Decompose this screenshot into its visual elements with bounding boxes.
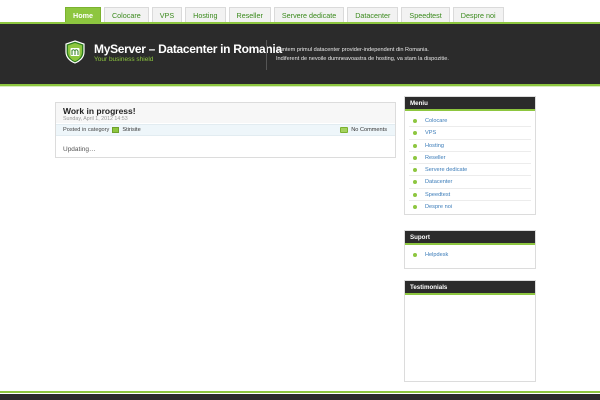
site-title[interactable]: MyServer – Datacenter in Romania	[94, 42, 282, 56]
bullet-icon	[413, 143, 417, 148]
menu-item-label: Hosting	[425, 142, 444, 149]
testimonials-widget-title: Testimonials	[405, 281, 535, 295]
menu-item-reseller[interactable]: Reseller	[409, 152, 531, 165]
header-accent-line-light	[0, 86, 600, 87]
comment-icon	[340, 127, 349, 133]
bullet-icon	[413, 205, 417, 210]
menu-item-label: VPS	[425, 130, 437, 137]
testimonials-widget: Testimonials	[404, 280, 536, 382]
menu-item-label: Reseller	[425, 154, 446, 161]
nav-item-reseller[interactable]: Reseller	[228, 7, 271, 23]
main-nav: Home Colocare VPS Hosting Reseller Serve…	[65, 7, 507, 23]
menu-item-hosting[interactable]: Hosting	[409, 140, 531, 152]
nav-item-servere-dedicate[interactable]: Servere dedicate	[273, 7, 345, 23]
post-meta-bar: Posted in category Stirisite No Comments	[56, 124, 395, 136]
nav-item-speedtest[interactable]: Speedtest	[401, 7, 450, 23]
header-description: Suntem primul datacenter provider-indepe…	[276, 46, 449, 64]
nav-item-datacenter[interactable]: Datacenter	[347, 7, 399, 23]
bullet-icon	[413, 119, 417, 123]
support-item-helpdesk[interactable]: Helpdesk	[409, 249, 531, 261]
menu-widget: Meniu Colocare VPS Hosting Reseller Serv…	[404, 96, 536, 215]
post-comments-link[interactable]: No Comments	[351, 127, 387, 133]
menu-item-label: Servere dedicate	[425, 167, 468, 174]
nav-item-hosting[interactable]: Hosting	[185, 7, 226, 23]
post-title[interactable]: Work in progress!	[63, 106, 136, 116]
footer-bar	[0, 394, 600, 400]
footer-accent-line	[0, 391, 600, 393]
post-body: Updating…	[63, 146, 96, 153]
bullet-icon	[413, 253, 417, 257]
bullet-icon	[413, 180, 417, 185]
menu-item-servere-dedicate[interactable]: Servere dedicate	[409, 164, 531, 177]
header-description-line-1: Suntem primul datacenter provider-indepe…	[276, 47, 429, 53]
nav-item-colocare[interactable]: Colocare	[103, 7, 149, 23]
bullet-icon	[413, 131, 417, 136]
post-date: Sunday, April 1, 2012 14:53	[63, 116, 128, 122]
post-category-info: Posted in category Stirisite	[63, 127, 141, 133]
support-widget-title: Suport	[405, 231, 535, 245]
header-divider	[266, 40, 267, 70]
nav-item-despre-noi[interactable]: Despre noi	[452, 7, 504, 23]
menu-widget-list: Colocare VPS Hosting Reseller Servere de…	[405, 111, 535, 217]
bullet-icon	[413, 192, 417, 197]
header-description-line-2: Indiferent de nevoile dumneavoastra de h…	[276, 56, 449, 62]
support-widget: Suport Helpdesk	[404, 230, 536, 269]
menu-item-label: Colocare	[425, 118, 448, 124]
folder-icon	[112, 127, 120, 133]
post-card: Work in progress! Sunday, April 1, 2012 …	[55, 102, 396, 158]
menu-item-colocare[interactable]: Colocare	[409, 115, 531, 128]
menu-item-vps[interactable]: VPS	[409, 127, 531, 140]
support-widget-list: Helpdesk	[405, 245, 535, 265]
top-navigation-bar: Home Colocare VPS Hosting Reseller Serve…	[0, 0, 600, 24]
menu-widget-title: Meniu	[405, 97, 535, 111]
menu-item-datacenter[interactable]: Datacenter	[409, 176, 531, 189]
post-category-link[interactable]: Stirisite	[122, 127, 140, 133]
nav-item-home[interactable]: Home	[65, 7, 101, 23]
post-comments-info: No Comments	[340, 127, 387, 133]
bullet-icon	[413, 155, 417, 160]
menu-item-despre-noi[interactable]: Despre noi	[409, 201, 531, 213]
post-header: Work in progress! Sunday, April 1, 2012 …	[56, 103, 395, 123]
support-item-label: Helpdesk	[425, 252, 449, 258]
menu-item-label: Despre noi	[425, 204, 453, 211]
menu-item-label: Datacenter	[425, 179, 453, 186]
nav-item-vps[interactable]: VPS	[151, 7, 183, 23]
posted-in-label: Posted in category	[63, 127, 110, 133]
menu-item-label: Speedtest	[425, 191, 451, 198]
menu-item-speedtest[interactable]: Speedtest	[409, 189, 531, 202]
site-tagline: Your business shield	[94, 56, 154, 63]
shield-icon[interactable]	[64, 40, 86, 64]
bullet-icon	[413, 168, 417, 173]
